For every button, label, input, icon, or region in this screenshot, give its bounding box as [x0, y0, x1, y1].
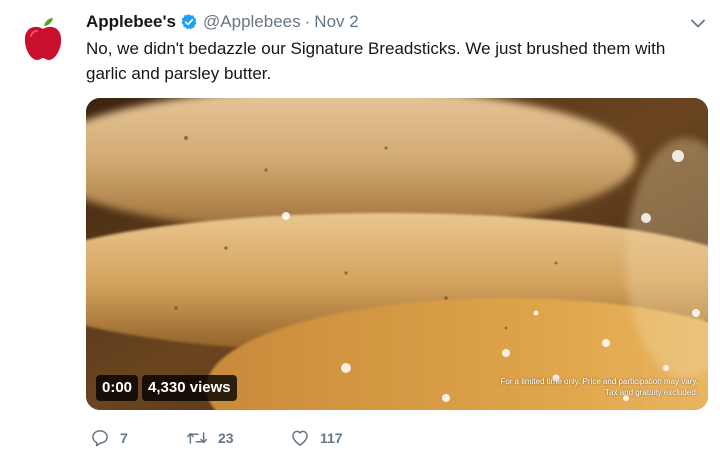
tweet-header: Applebee's @Applebees · Nov 2 — [86, 10, 359, 34]
video-player[interactable]: 0:00 4,330 views For a limited time only… — [86, 98, 708, 410]
reply-count: 7 — [120, 430, 128, 446]
video-views: 4,330 views — [142, 375, 237, 401]
handle[interactable]: @Applebees — [203, 12, 301, 32]
reply-button[interactable]: 7 — [90, 428, 186, 448]
tweet-actions: 7 23 117 — [90, 426, 410, 450]
like-count: 117 — [320, 430, 343, 446]
like-button[interactable]: 117 — [290, 428, 410, 448]
heart-icon — [292, 430, 308, 446]
tweet-card: Applebee's @Applebees · Nov 2 No, we did… — [0, 0, 720, 459]
avatar[interactable] — [18, 14, 68, 64]
retweet-icon — [186, 432, 208, 444]
tweet-text: No, we didn't bedazzle our Signature Bre… — [86, 39, 666, 83]
retweet-count: 23 — [218, 430, 234, 446]
chevron-down-icon[interactable] — [690, 15, 706, 31]
separator-dot: · — [304, 12, 311, 31]
video-disclaimer: For a limited time only. Price and parti… — [500, 377, 698, 397]
verified-badge-icon — [180, 13, 198, 31]
retweet-button[interactable]: 23 — [186, 428, 290, 448]
tweet-date[interactable]: Nov 2 — [314, 12, 358, 32]
display-name[interactable]: Applebee's — [86, 12, 176, 32]
breadsticks-video-frame — [86, 98, 708, 410]
video-badges: 0:00 4,330 views — [96, 375, 241, 401]
reply-icon — [92, 430, 108, 447]
video-timestamp: 0:00 — [96, 375, 139, 401]
apple-icon — [24, 18, 62, 60]
